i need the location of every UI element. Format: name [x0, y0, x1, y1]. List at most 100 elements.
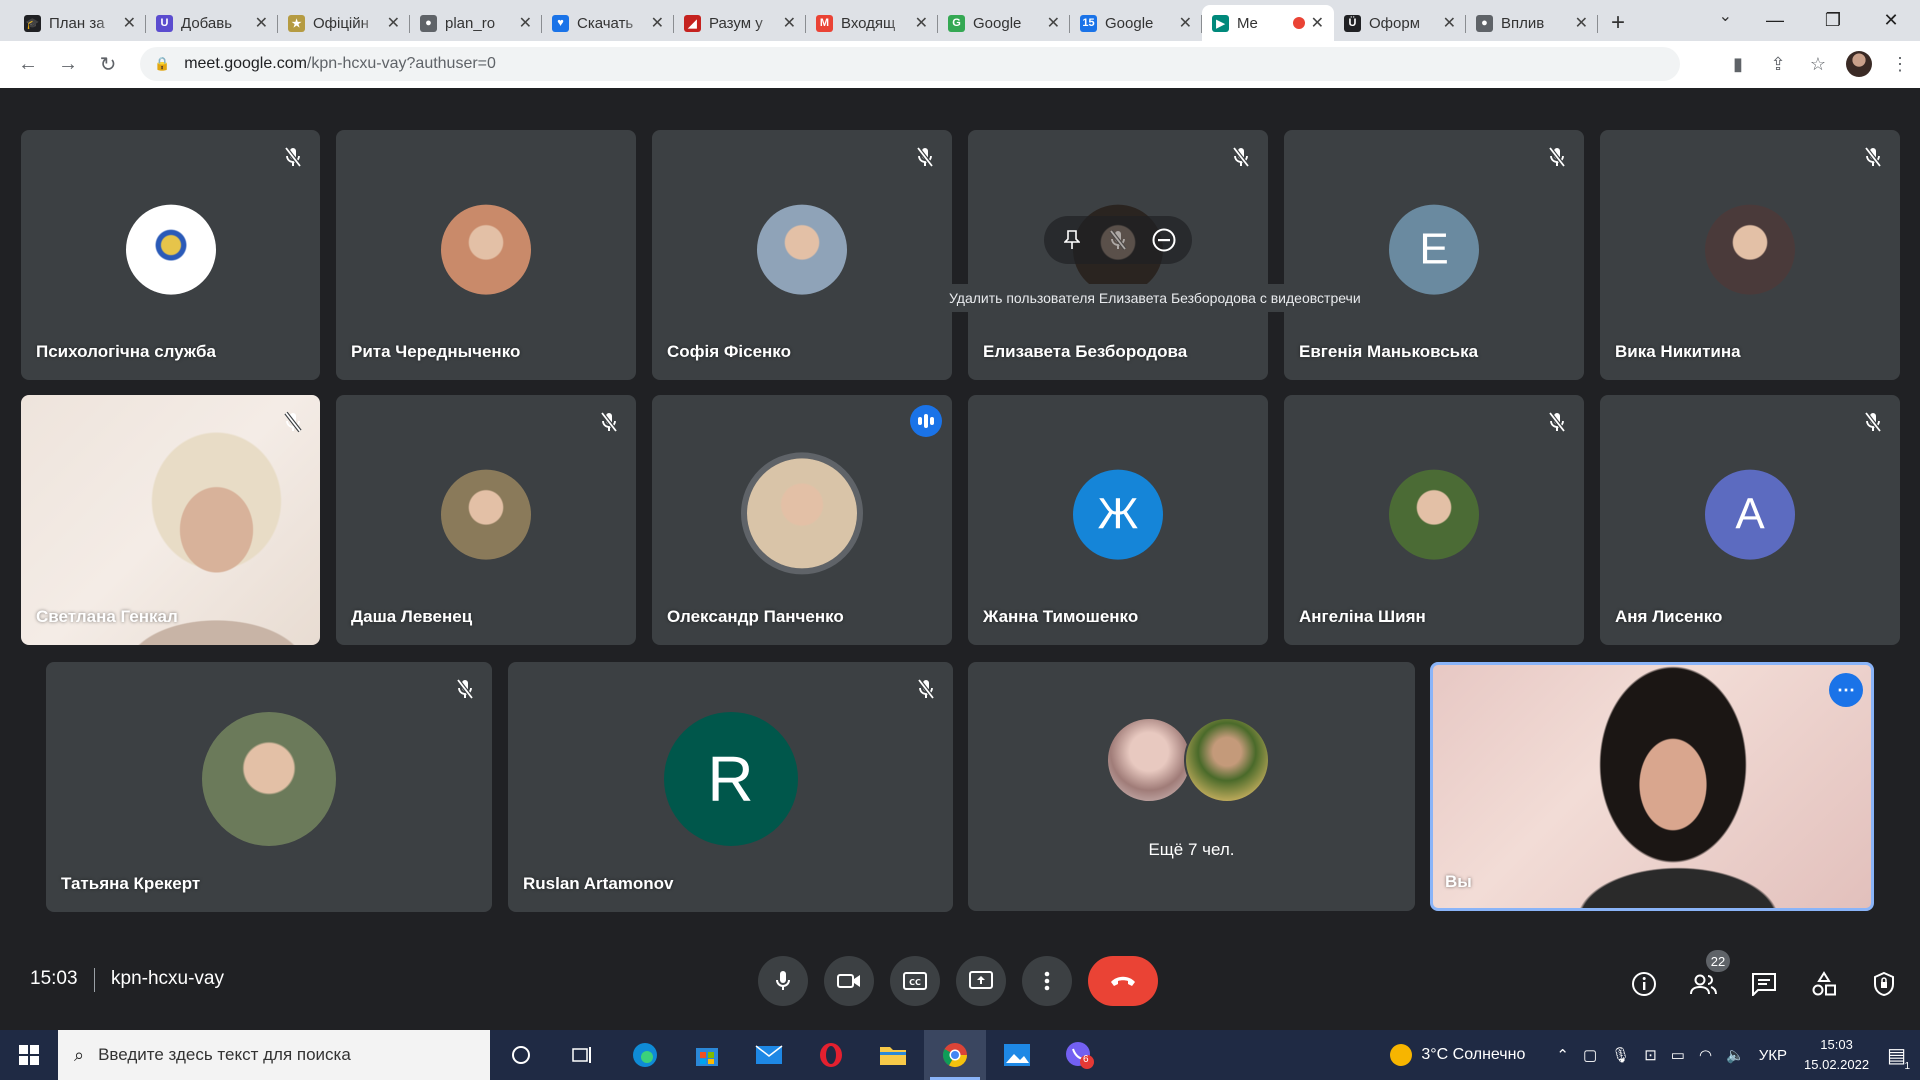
host-controls-button[interactable]: [1866, 966, 1902, 1002]
participant-tile[interactable]: Ангеліна Шиян: [1284, 395, 1584, 645]
close-tab-icon[interactable]: ✕: [123, 13, 136, 33]
notifications-icon[interactable]: ▤ 1: [1887, 1043, 1910, 1072]
participant-tile[interactable]: R Ruslan Artamonov: [508, 662, 953, 912]
photos-icon[interactable]: [986, 1030, 1048, 1080]
more-options-button[interactable]: [1022, 956, 1072, 1006]
browser-tab[interactable]: ▶ Me ✕: [1202, 5, 1334, 41]
weather-sun-icon[interactable]: [1389, 1043, 1413, 1067]
participant-tile[interactable]: Даша Левенец: [336, 395, 636, 645]
search-icon: ⌕: [74, 1044, 85, 1065]
show-hidden-icons-icon[interactable]: ⌃: [1556, 1046, 1569, 1064]
participant-tile[interactable]: Ж Жанна Тимошенко: [968, 395, 1268, 645]
more-participants-tile[interactable]: Ещё 7 чел.: [968, 662, 1415, 911]
back-icon[interactable]: ←: [8, 45, 48, 85]
cortana-icon[interactable]: [490, 1030, 552, 1080]
share-icon[interactable]: ⇪: [1758, 54, 1798, 75]
present-screen-button[interactable]: [956, 956, 1006, 1006]
close-tab-icon[interactable]: ✕: [651, 13, 664, 33]
remove-participant-icon[interactable]: [1144, 220, 1184, 260]
camera-icon[interactable]: ▮: [1718, 54, 1758, 75]
close-tab-icon[interactable]: ✕: [1311, 13, 1324, 33]
close-tab-icon[interactable]: ✕: [1179, 13, 1192, 33]
pin-icon[interactable]: [1052, 220, 1092, 260]
forward-icon[interactable]: →: [48, 45, 88, 85]
camera-button[interactable]: [824, 956, 874, 1006]
participant-tile[interactable]: Татьяна Крекерт: [46, 662, 492, 912]
wifi-icon[interactable]: ◠: [1699, 1046, 1712, 1064]
browser-tab[interactable]: ● plan_ro ✕: [410, 5, 542, 41]
new-tab-button[interactable]: +: [1598, 5, 1638, 41]
opera-icon[interactable]: [800, 1030, 862, 1080]
participant-tile[interactable]: E Евгенія Маньковська: [1284, 130, 1584, 380]
viber-icon[interactable]: 6: [1048, 1030, 1110, 1080]
captions-button[interactable]: CC: [890, 956, 940, 1006]
file-explorer-icon[interactable]: [862, 1030, 924, 1080]
bookmark-star-icon[interactable]: ☆: [1798, 54, 1838, 75]
more-options-icon[interactable]: ⋯: [1829, 673, 1863, 707]
participant-name: Светлана Генкал: [36, 607, 178, 626]
meeting-details-icon[interactable]: [1626, 966, 1662, 1002]
profile-avatar[interactable]: [1846, 51, 1872, 77]
participant-tile[interactable]: Елизавета Безбородова: [968, 130, 1268, 380]
store-icon[interactable]: [676, 1030, 738, 1080]
self-video-tile[interactable]: Вы ⋯: [1430, 662, 1874, 911]
system-tray: 3°C Солнечно ⌃ ▢ 🎙 ⊡ ▭ ◠ 🔈 УКР 15:03 15.…: [1389, 1030, 1920, 1080]
close-tab-icon[interactable]: ✕: [387, 13, 400, 33]
taskbar-search[interactable]: ⌕ Введите здесь текст для поиска: [58, 1030, 490, 1080]
microphone-button[interactable]: [758, 956, 808, 1006]
browser-tab[interactable]: ● Вплив ✕: [1466, 5, 1598, 41]
mic-tray-icon[interactable]: 🎙: [1611, 1046, 1630, 1064]
network-status-icon[interactable]: ⊡: [1644, 1046, 1657, 1064]
participant-tile[interactable]: Психологічна служба: [21, 130, 320, 380]
close-tab-icon[interactable]: ✕: [1443, 13, 1456, 33]
people-button[interactable]: 22: [1686, 950, 1730, 1002]
device-icon[interactable]: ▢: [1583, 1046, 1597, 1064]
mute-participant-icon[interactable]: [1098, 220, 1138, 260]
chrome-icon[interactable]: [924, 1030, 986, 1080]
close-tab-icon[interactable]: ✕: [1047, 13, 1060, 33]
battery-icon[interactable]: ▭: [1671, 1046, 1685, 1064]
browser-tab[interactable]: Ü Оформ ✕: [1334, 5, 1466, 41]
leave-call-button[interactable]: [1088, 956, 1158, 1006]
edge-icon[interactable]: [614, 1030, 676, 1080]
browser-tab[interactable]: U Добавь ✕: [146, 5, 278, 41]
participant-tile[interactable]: Софія Фісенко: [652, 130, 952, 380]
close-tab-icon[interactable]: ✕: [915, 13, 928, 33]
participant-tile[interactable]: A Аня Лисенко: [1600, 395, 1900, 645]
minimize-icon[interactable]: —: [1746, 0, 1804, 40]
address-bar[interactable]: 🔒 meet.google.com/kpn-hcxu-vay?authuser=…: [140, 47, 1680, 81]
language-indicator[interactable]: УКР: [1759, 1047, 1787, 1064]
close-tab-icon[interactable]: ✕: [783, 13, 796, 33]
close-tab-icon[interactable]: ✕: [1575, 13, 1588, 33]
participant-tile[interactable]: Вика Никитина: [1600, 130, 1900, 380]
participant-tile[interactable]: Рита Чередныченко: [336, 130, 636, 380]
opera-glyph: [820, 1043, 842, 1067]
restore-icon[interactable]: ❐: [1804, 0, 1862, 40]
start-button[interactable]: [0, 1030, 58, 1080]
lock-icon[interactable]: 🔒: [154, 56, 170, 72]
tab-search-icon[interactable]: ⌄: [1719, 6, 1732, 26]
task-view-icon[interactable]: [552, 1030, 614, 1080]
browser-tab[interactable]: ♥ Скачать ✕: [542, 5, 674, 41]
close-window-icon[interactable]: ✕: [1862, 0, 1920, 40]
reload-icon[interactable]: ↻: [88, 45, 128, 85]
browser-tab[interactable]: ◢ Разум у ✕: [674, 5, 806, 41]
browser-tab[interactable]: M Входящ ✕: [806, 5, 938, 41]
browser-tab[interactable]: 🎓 План за ✕: [14, 5, 146, 41]
close-tab-icon[interactable]: ✕: [255, 13, 268, 33]
participant-tile[interactable]: Олександр Панченко: [652, 395, 952, 645]
activities-button[interactable]: [1806, 966, 1842, 1002]
avatar: [441, 469, 531, 560]
chat-button[interactable]: [1746, 966, 1782, 1002]
participant-tile[interactable]: Светлана Генкал: [21, 395, 320, 645]
browser-tab[interactable]: G Google ✕: [938, 5, 1070, 41]
browser-tab[interactable]: ★ Офіційн ✕: [278, 5, 410, 41]
menu-icon[interactable]: ⋮: [1880, 54, 1920, 75]
browser-tab[interactable]: 15 Google ✕: [1070, 5, 1202, 41]
close-tab-icon[interactable]: ✕: [519, 13, 532, 33]
volume-icon[interactable]: 🔈: [1726, 1046, 1745, 1064]
clock[interactable]: 15:03 15.02.2022: [1804, 1035, 1869, 1075]
mail-icon[interactable]: [738, 1030, 800, 1080]
clock-time: 15:03: [1820, 1037, 1853, 1052]
weather-text[interactable]: 3°C Солнечно: [1421, 1046, 1525, 1064]
